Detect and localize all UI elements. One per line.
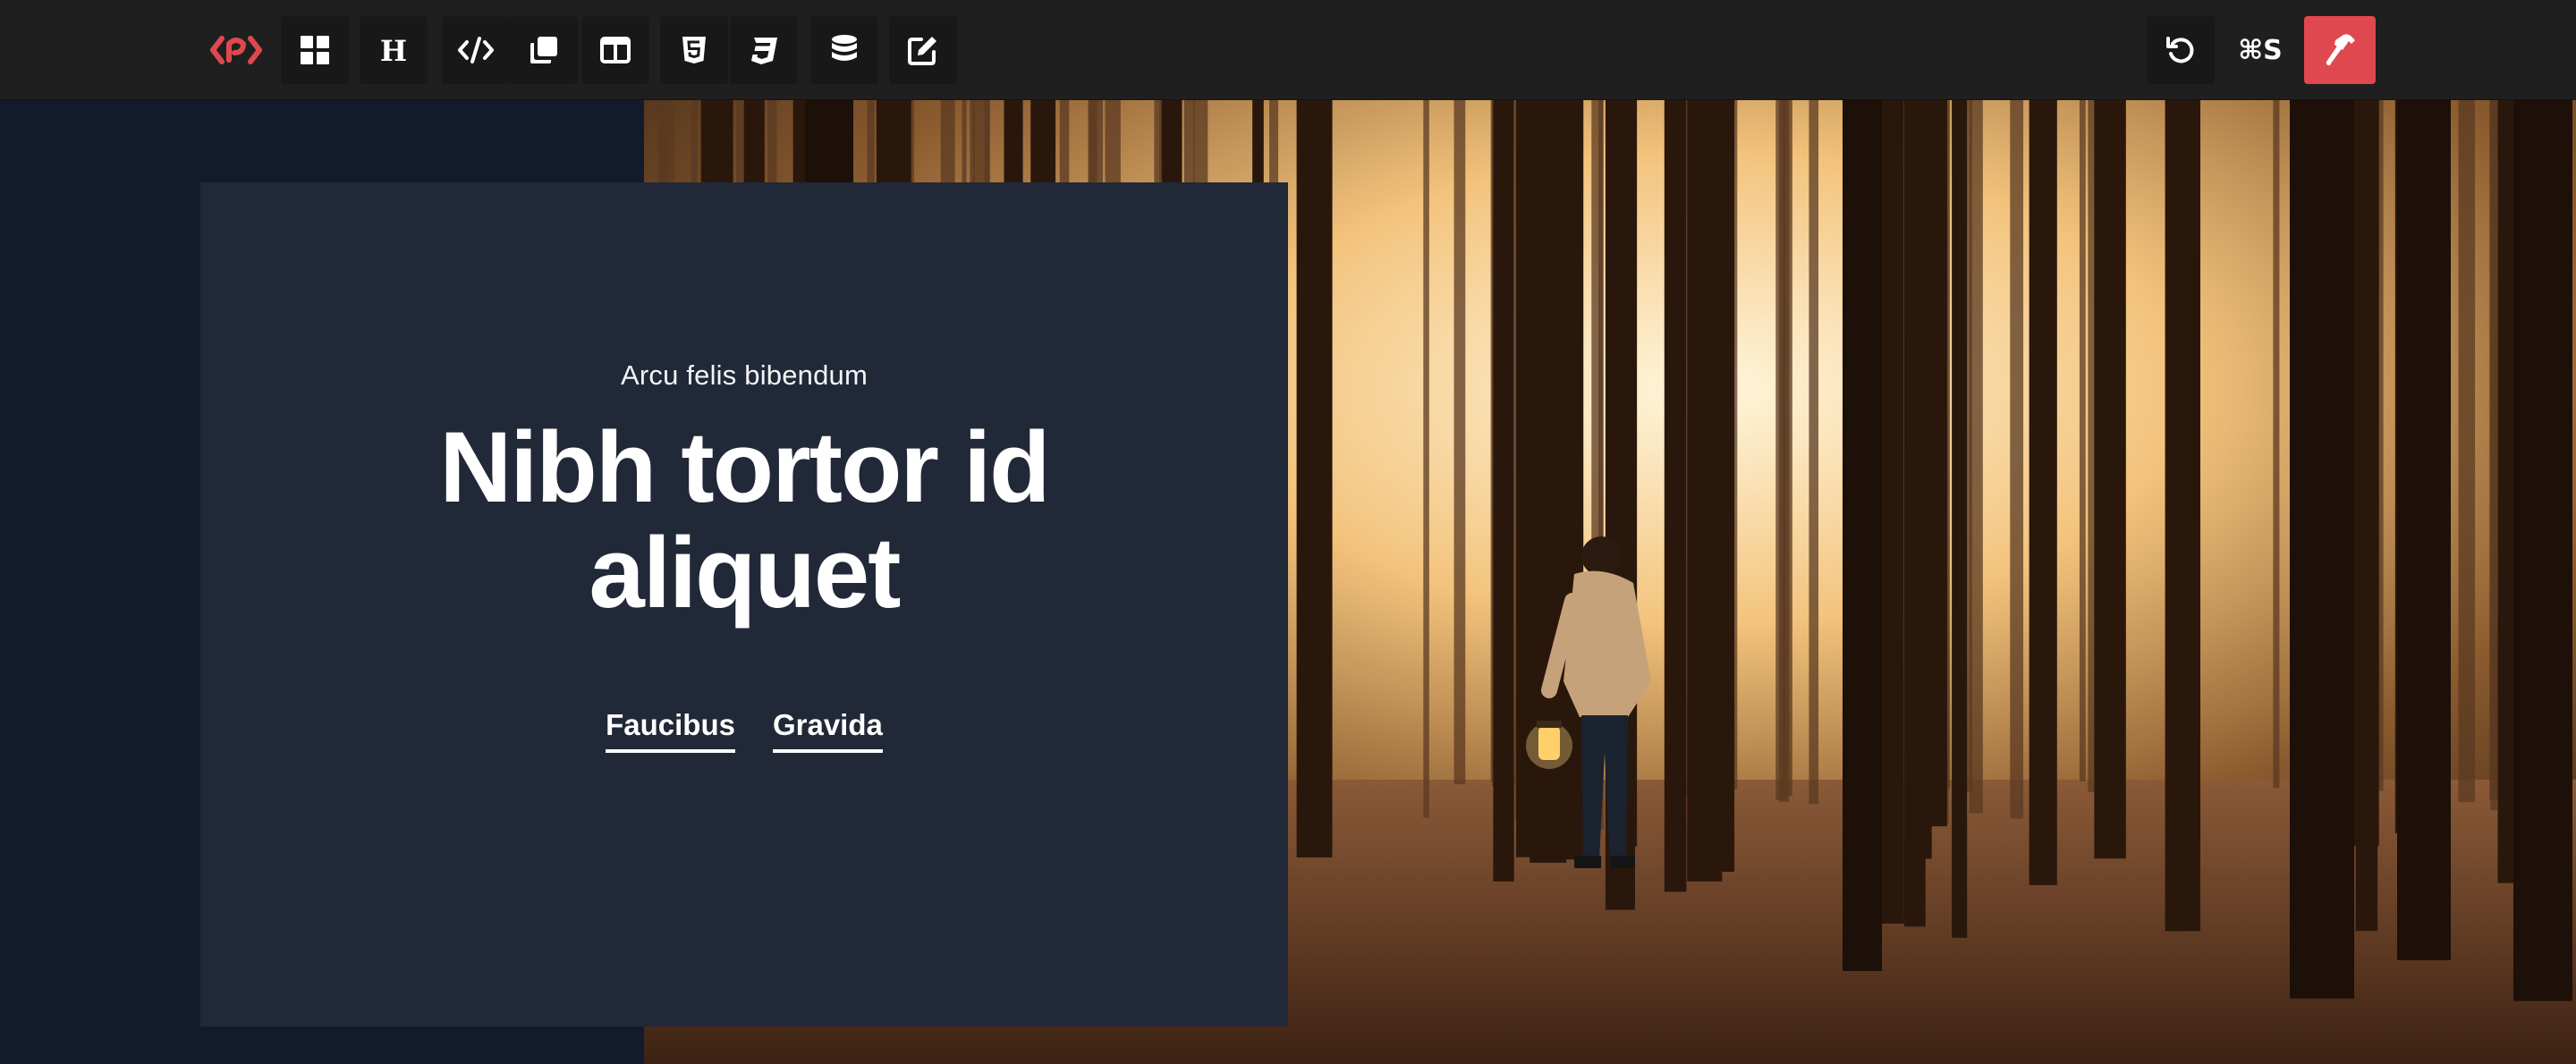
tree-trunk	[1423, 100, 1429, 818]
tree-trunk	[1697, 100, 1735, 872]
blocks-icon[interactable]	[281, 16, 349, 84]
save-shortcut-button[interactable]: ⌘S	[2220, 16, 2301, 84]
tree-trunk	[2290, 100, 2354, 999]
code-icon[interactable]	[442, 16, 510, 84]
tree-trunk	[2489, 100, 2498, 801]
tree-trunk	[1778, 100, 1790, 802]
tree-trunk	[1917, 100, 1932, 859]
tree-trunk	[2010, 100, 2024, 819]
brand-logo-icon[interactable]	[202, 16, 270, 84]
undo-icon[interactable]	[2147, 16, 2215, 84]
layout-columns-icon[interactable]	[581, 16, 649, 84]
tree-trunk	[1453, 100, 1466, 785]
tree-trunk	[1494, 100, 1508, 871]
tree-trunk	[1296, 100, 1333, 857]
hero-links: Faucibus Gravida	[606, 708, 883, 753]
hero-card: Arcu felis bibendum Nibh tortor id aliqu…	[200, 182, 1288, 1026]
html5-icon[interactable]	[660, 16, 728, 84]
tree-trunk	[2397, 100, 2451, 960]
tree-trunk	[1664, 100, 1687, 892]
hero-link-gravida[interactable]: Gravida	[772, 708, 883, 753]
save-shortcut-label: ⌘S	[2238, 34, 2283, 66]
tree-trunk	[2029, 100, 2057, 885]
hero-eyebrow: Arcu felis bibendum	[620, 359, 869, 391]
tree-trunk	[2079, 100, 2086, 781]
tree-trunk	[2165, 100, 2201, 932]
svg-text:H: H	[380, 35, 407, 65]
tree-trunk	[2273, 100, 2280, 789]
hero-headline: Nibh tortor id aliquet	[439, 411, 1050, 629]
hero-link-faucibus[interactable]: Faucibus	[606, 708, 735, 753]
tree-trunk	[1809, 100, 1819, 805]
heading-icon[interactable]: H	[360, 16, 428, 84]
build-hammer-icon[interactable]	[2304, 16, 2376, 84]
page-canvas: Arcu felis bibendum Nibh tortor id aliqu…	[0, 100, 2576, 1064]
copy-icon[interactable]	[510, 16, 578, 84]
builder-toolbar: H ⌘S	[0, 0, 2576, 100]
database-icon[interactable]	[810, 16, 878, 84]
tree-trunk	[2513, 100, 2572, 1001]
tree-trunk	[2458, 100, 2476, 803]
tree-trunk	[1969, 100, 1983, 814]
tree-trunk	[1843, 100, 1882, 971]
tree-trunk	[2094, 100, 2126, 859]
css3-icon[interactable]	[730, 16, 798, 84]
tree-trunk	[1952, 100, 1968, 938]
edit-icon[interactable]	[889, 16, 957, 84]
